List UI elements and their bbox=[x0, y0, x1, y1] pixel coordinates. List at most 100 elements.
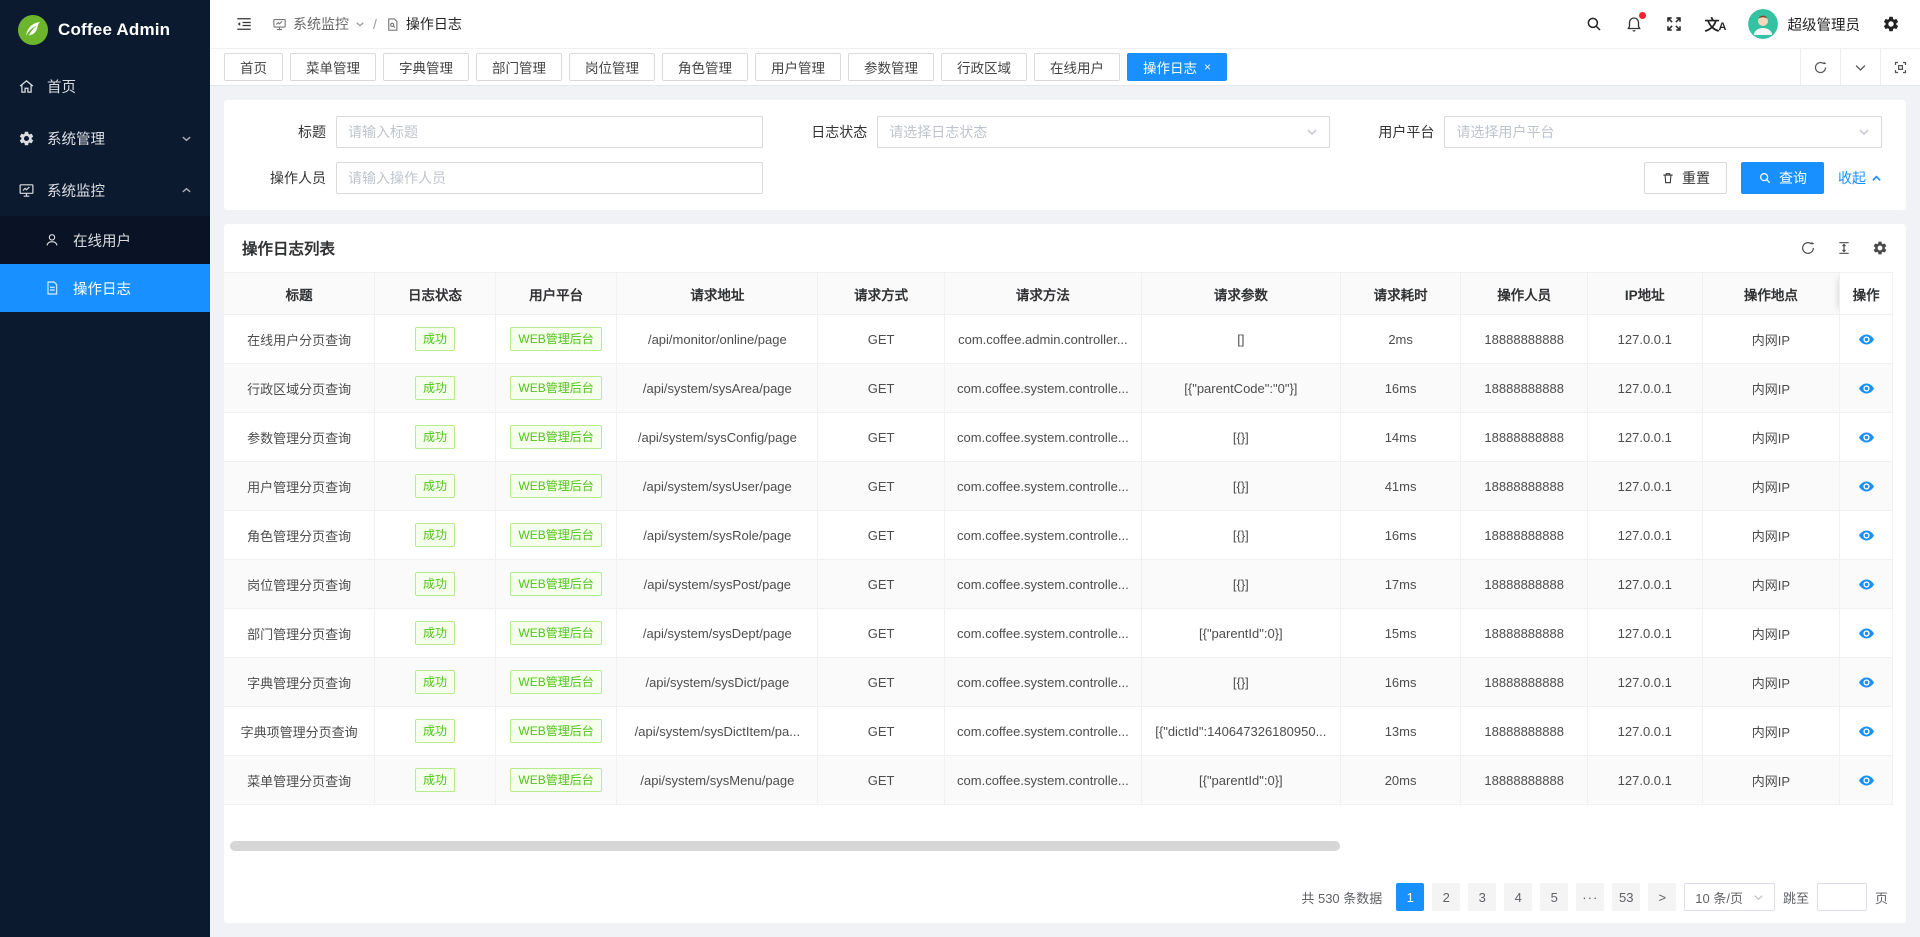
log-status-select[interactable]: 请选择日志状态 bbox=[877, 116, 1330, 148]
tab[interactable]: 行政区域 bbox=[941, 53, 1027, 81]
refresh-icon[interactable] bbox=[1800, 49, 1840, 85]
view-detail-eye-icon[interactable] bbox=[1858, 429, 1875, 446]
user-platform-placeholder: 请选择用户平台 bbox=[1456, 122, 1554, 142]
tab[interactable]: 操作日志× bbox=[1127, 53, 1227, 81]
view-detail-eye-icon[interactable] bbox=[1858, 576, 1875, 593]
request-params: [{}] bbox=[1141, 413, 1340, 462]
platform-badge: WEB管理后台 bbox=[510, 670, 601, 694]
tab[interactable]: 在线用户 bbox=[1034, 53, 1120, 81]
chevron-down-icon[interactable] bbox=[1840, 49, 1880, 85]
app-title: Coffee Admin bbox=[58, 20, 170, 40]
request-duration: 13ms bbox=[1340, 707, 1461, 756]
page-button[interactable]: 2 bbox=[1432, 883, 1460, 911]
view-detail-eye-icon[interactable] bbox=[1858, 527, 1875, 544]
horizontal-scrollbar-thumb[interactable] bbox=[230, 841, 1340, 851]
refresh-icon[interactable] bbox=[1800, 240, 1816, 256]
view-detail-eye-icon[interactable] bbox=[1858, 674, 1875, 691]
tab[interactable]: 菜单管理 bbox=[290, 53, 376, 81]
log-status-badge: 成功 bbox=[375, 511, 496, 560]
file-search-icon bbox=[385, 17, 400, 32]
operation-location: 内网IP bbox=[1702, 756, 1840, 805]
view-detail-eye-icon[interactable] bbox=[1858, 331, 1875, 348]
view-detail-eye-icon[interactable] bbox=[1858, 380, 1875, 397]
next-page-button[interactable]: > bbox=[1648, 883, 1676, 911]
sidebar-item-operation-log[interactable]: 操作日志 bbox=[0, 264, 210, 312]
tab[interactable]: 岗位管理 bbox=[569, 53, 655, 81]
operator-cell: 18888888888 bbox=[1461, 462, 1588, 511]
menu-fold-icon[interactable] bbox=[230, 10, 258, 38]
table-row: 岗位管理分页查询成功WEB管理后台/api/system/sysPost/pag… bbox=[224, 560, 1892, 609]
row-height-icon[interactable] bbox=[1836, 240, 1852, 256]
avatar[interactable] bbox=[1748, 9, 1778, 39]
tab[interactable]: 部门管理 bbox=[476, 53, 562, 81]
tab[interactable]: 参数管理 bbox=[848, 53, 934, 81]
card-header: 操作日志列表 bbox=[224, 224, 1906, 272]
chevron-down-icon bbox=[1306, 126, 1318, 138]
request-duration: 20ms bbox=[1340, 756, 1461, 805]
tab[interactable]: 角色管理 bbox=[662, 53, 748, 81]
page-button[interactable]: 3 bbox=[1468, 883, 1496, 911]
log-list-card: 操作日志列表 标题日志状态用户平台请求地址请求方式请求方法请求参数请求耗时操作人… bbox=[224, 224, 1906, 923]
request-duration: 15ms bbox=[1340, 609, 1461, 658]
settings-gear-icon[interactable] bbox=[1882, 15, 1900, 33]
search-icon[interactable] bbox=[1585, 15, 1603, 33]
column-header: 用户平台 bbox=[495, 273, 617, 315]
tab[interactable]: 首页 bbox=[224, 53, 283, 81]
tab[interactable]: 用户管理 bbox=[755, 53, 841, 81]
page-ellipsis: ··· bbox=[1576, 883, 1604, 911]
user-platform-select[interactable]: 请选择用户平台 bbox=[1444, 116, 1882, 148]
breadcrumb-parent-label: 系统监控 bbox=[293, 14, 349, 34]
operator-input[interactable] bbox=[348, 170, 751, 186]
sidebar-item-system-mgmt[interactable]: 系统管理 bbox=[0, 112, 210, 164]
view-detail-eye-icon[interactable] bbox=[1858, 772, 1875, 789]
sidebar-item-online-users[interactable]: 在线用户 bbox=[0, 216, 210, 264]
notification-bell-icon[interactable] bbox=[1625, 15, 1643, 33]
collapse-toggle[interactable]: 收起 bbox=[1838, 168, 1882, 188]
maximize-icon[interactable] bbox=[1880, 49, 1920, 85]
current-user-name[interactable]: 超级管理员 bbox=[1788, 14, 1861, 35]
view-detail-eye-icon[interactable] bbox=[1858, 723, 1875, 740]
log-title: 在线用户分页查询 bbox=[224, 315, 375, 364]
breadcrumb: 系统监控 / 操作日志 bbox=[272, 14, 462, 34]
view-detail-eye-icon[interactable] bbox=[1858, 625, 1875, 642]
request-url: /api/system/sysRole/page bbox=[617, 511, 818, 560]
page-button[interactable]: 4 bbox=[1504, 883, 1532, 911]
user-platform-badge: WEB管理后台 bbox=[495, 609, 617, 658]
log-status-badge: 成功 bbox=[375, 707, 496, 756]
status-badge: 成功 bbox=[415, 425, 455, 449]
status-badge: 成功 bbox=[415, 572, 455, 596]
request-duration: 16ms bbox=[1340, 364, 1461, 413]
platform-badge: WEB管理后台 bbox=[510, 376, 601, 400]
row-actions bbox=[1840, 413, 1892, 462]
page-button[interactable]: 53 bbox=[1612, 883, 1640, 911]
pagination-pages: 12345 ··· 53 bbox=[1396, 883, 1640, 911]
page-button[interactable]: 1 bbox=[1396, 883, 1424, 911]
vertical-scrollbar[interactable] bbox=[1892, 272, 1906, 805]
page-jump-input[interactable] bbox=[1817, 883, 1867, 911]
status-badge: 成功 bbox=[415, 670, 455, 694]
fullscreen-icon[interactable] bbox=[1665, 15, 1683, 33]
chevron-down-icon bbox=[1753, 892, 1764, 903]
breadcrumb-parent[interactable]: 系统监控 bbox=[272, 14, 365, 34]
tab[interactable]: 字典管理 bbox=[383, 53, 469, 81]
sidebar-item-home[interactable]: 首页 bbox=[0, 60, 210, 112]
breadcrumb-current: 操作日志 bbox=[385, 14, 462, 34]
title-input[interactable] bbox=[348, 124, 751, 140]
view-detail-eye-icon[interactable] bbox=[1858, 478, 1875, 495]
reset-button[interactable]: 重置 bbox=[1644, 162, 1727, 194]
translate-icon[interactable]: 文A bbox=[1705, 14, 1726, 35]
sidebar-item-system-monitor[interactable]: 系统监控 bbox=[0, 164, 210, 216]
leaf-logo-icon bbox=[18, 15, 48, 45]
operation-location: 内网IP bbox=[1702, 315, 1840, 364]
status-badge: 成功 bbox=[415, 327, 455, 351]
page-button[interactable]: 5 bbox=[1540, 883, 1568, 911]
search-button[interactable]: 查询 bbox=[1741, 162, 1824, 194]
log-title: 用户管理分页查询 bbox=[224, 462, 375, 511]
sidebar-menu: 首页 系统管理 系统监控 在线用户 bbox=[0, 60, 210, 312]
log-status-badge: 成功 bbox=[375, 658, 496, 707]
column-settings-gear-icon[interactable] bbox=[1872, 240, 1888, 256]
page-size-select[interactable]: 10 条/页 bbox=[1684, 883, 1775, 911]
tab-close-icon[interactable]: × bbox=[1204, 61, 1211, 73]
log-status-placeholder: 请选择日志状态 bbox=[889, 122, 987, 142]
table-zone: 标题日志状态用户平台请求地址请求方式请求方法请求参数请求耗时操作人员IP地址操作… bbox=[224, 272, 1906, 805]
